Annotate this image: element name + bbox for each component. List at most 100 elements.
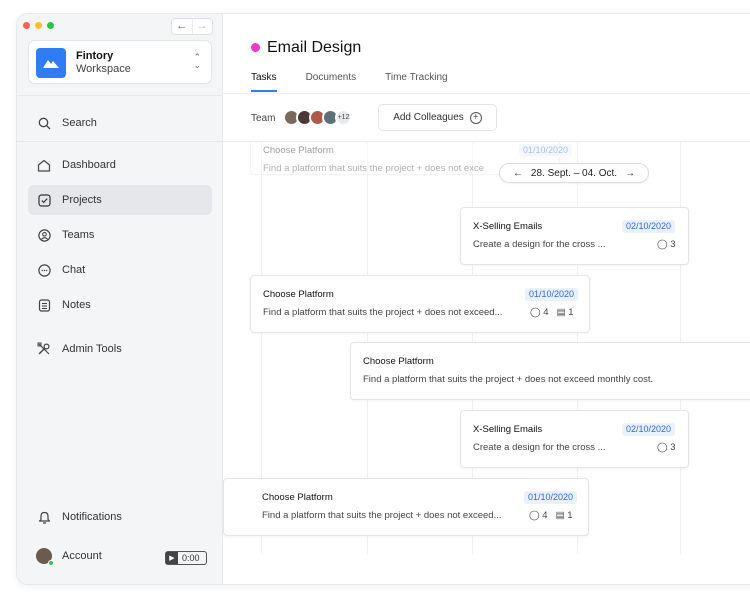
task-card[interactable]: Choose Platform Find a platform that sui… [250,275,590,333]
sidebar-item-chat[interactable]: Chat [28,255,212,285]
divider [17,95,223,96]
chevron-updown-icon: ⌃ ⌄ [193,52,201,70]
minimize-window-button[interactable] [35,22,42,29]
comment-count-value: 3 [670,239,676,250]
add-colleagues-label: Add Colleagues [393,112,464,123]
back-arrow-icon[interactable]: ← [172,19,192,34]
date-range-label: 28. Sept. – 04. Oct. [530,167,618,179]
team-avatars[interactable]: +12 [283,109,352,126]
task-title: X-Selling Emails [473,221,543,232]
comment-count: ◯ 3 [657,442,676,453]
workspace-name: Fintory [76,50,114,62]
app-window: ← → Fintory Workspace ⌃ ⌄ Search Dashboar… [16,13,750,585]
active-tab-indicator [251,90,277,92]
next-week-arrow-icon[interactable]: → [625,168,635,179]
comment-count: ◯ 4 [530,307,549,318]
team-label: Team [251,113,276,124]
sidebar-item-admin-tools[interactable]: Admin Tools [28,334,212,364]
tab-time-tracking[interactable]: Time Tracking [385,72,447,83]
comment-count: ◯ 4 [529,510,548,521]
search-item[interactable]: Search [28,108,212,138]
task-card[interactable]: Choose Platform Find a platform that sui… [223,478,589,536]
window-controls [23,22,54,29]
prev-week-arrow-icon[interactable]: ← [513,168,523,179]
task-meta: ◯ 3 [657,442,676,453]
comment-count-value: 4 [542,510,548,521]
home-icon [36,157,52,173]
file-count: ▤ 1 [556,307,574,318]
sidebar-item-label: Admin Tools [62,343,122,355]
page-title: Email Design [267,39,362,56]
sidebar-item-label: Notifications [62,511,122,523]
workspace-switcher[interactable]: Fintory Workspace ⌃ ⌄ [28,40,212,84]
task-description: Create a design for the cross ... [473,239,606,250]
add-colleagues-button[interactable]: Add Colleagues + [378,104,497,131]
task-card[interactable]: X-Selling Emails Create a design for the… [460,410,689,468]
sidebar-item-label: Dashboard [62,159,116,171]
task-date-badge: 01/10/2020 [525,288,579,301]
task-meta: ◯ 3 [657,239,676,250]
search-icon [36,115,52,131]
task-description: Find a platform that suits the project +… [263,307,503,318]
sidebar-item-teams[interactable]: Teams [28,220,212,250]
bell-icon [36,509,52,525]
sidebar-item-label: Projects [62,194,102,206]
history-nav: ← → [171,18,213,35]
online-status-dot [48,560,54,566]
sidebar-item-label: Teams [62,229,95,241]
file-count-value: 1 [568,307,574,318]
divider [223,93,750,94]
task-title: Choose Platform [263,145,334,156]
search-label: Search [62,117,97,129]
task-description: Find a platform that suits the project +… [363,374,654,385]
sidebar-item-label: Notes [62,299,91,311]
user-circle-icon [36,227,52,243]
tools-icon [36,341,52,357]
comment-count-value: 4 [543,307,549,318]
sidebar-item-dashboard[interactable]: Dashboard [28,150,212,180]
comment-count-value: 3 [670,442,676,453]
date-range-selector[interactable]: ← 28. Sept. – 04. Oct. → [499,163,649,183]
task-card[interactable]: Choose Platform Find a platform that sui… [350,342,750,400]
task-meta: ◯ 4 ▤ 1 [530,307,574,318]
task-date-badge: 02/10/2020 [622,423,676,436]
workspace-logo [36,48,66,78]
task-title: Choose Platform [363,356,434,367]
timer-value: 0:00 [182,553,200,563]
task-description: Create a design for the cross ... [473,442,606,453]
sidebar-item-notifications[interactable]: Notifications [28,502,212,532]
close-window-button[interactable] [23,22,30,29]
sidebar: ← → Fintory Workspace ⌃ ⌄ Search Dashboar… [17,14,223,584]
file-count-value: 1 [567,510,573,521]
time-tracker-button[interactable]: ▶ 0:00 [165,551,207,565]
sidebar-item-label: Account [62,550,102,562]
more-members-badge[interactable]: +12 [335,109,352,126]
workspace-subtitle: Workspace [76,63,131,75]
main-panel: Email Design Tasks Documents Time Tracki… [223,14,750,584]
task-description: Find a platform that suits the project +… [263,163,484,174]
task-title: X-Selling Emails [473,424,543,435]
tab-bar: Tasks Documents Time Tracking [251,72,477,83]
task-card[interactable]: X-Selling Emails Create a design for the… [460,207,689,265]
sidebar-item-projects[interactable]: Projects [28,185,212,215]
maximize-window-button[interactable] [47,22,54,29]
comment-count: ◯ 3 [657,239,676,250]
plus-circle-icon: + [469,111,482,124]
task-date-badge: 01/10/2020 [519,144,573,157]
sidebar-item-notes[interactable]: Notes [28,290,212,320]
task-meta: ◯ 4 ▤ 1 [529,510,573,521]
task-title: Choose Platform [262,492,333,503]
notes-icon [36,297,52,313]
task-timeline[interactable]: Choose Platform Find a platform that sui… [223,142,750,584]
forward-arrow-icon[interactable]: → [191,19,213,34]
task-description: Find a platform that suits the project +… [262,510,502,521]
tab-documents[interactable]: Documents [306,72,357,83]
sidebar-item-label: Chat [62,264,86,276]
divider [17,141,223,142]
play-icon: ▶ [166,552,178,564]
checkbox-icon [36,192,52,208]
chat-bubble-icon [36,262,52,278]
task-title: Choose Platform [263,289,334,300]
project-color-dot [251,43,260,52]
tab-tasks[interactable]: Tasks [251,72,277,83]
